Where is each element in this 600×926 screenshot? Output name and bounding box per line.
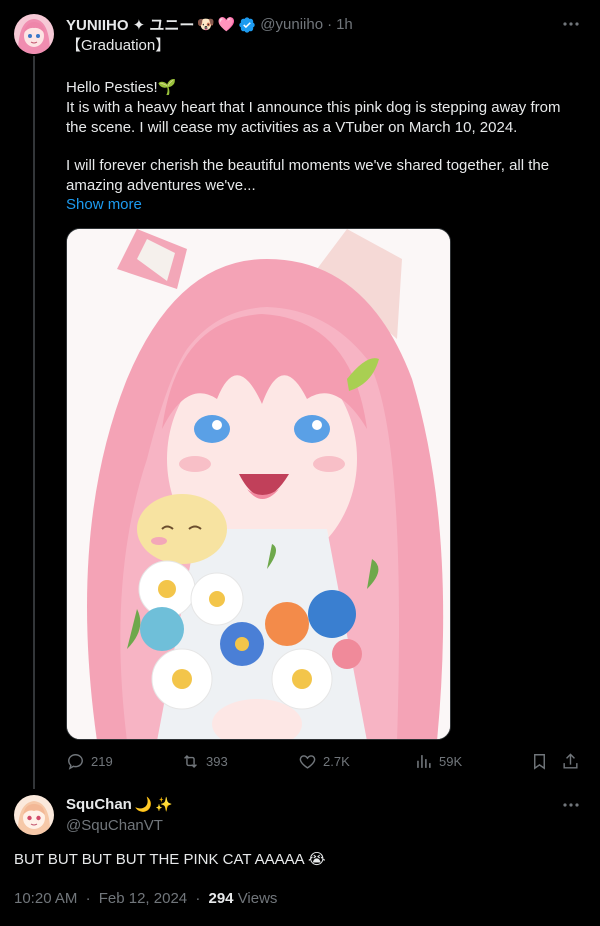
reply-author-row: SquChan 🌙 ✨	[66, 796, 173, 813]
heart-icon	[299, 755, 316, 769]
like-count: 2.7K	[323, 754, 350, 769]
reply-author-avatar[interactable]	[14, 795, 54, 835]
author-avatar[interactable]	[14, 14, 54, 54]
reply-handle-row: @SquChanVT	[66, 817, 163, 834]
reply-button[interactable]: 219	[66, 752, 113, 771]
tweet-paragraph-2: I will forever cherish the beautiful mom…	[66, 156, 586, 196]
show-more-link[interactable]: Show more	[66, 196, 142, 213]
reply-meta: 10:20 AM · Feb 12, 2024 · 294 Views	[14, 890, 277, 907]
reply-time[interactable]: 10:20 AM	[14, 890, 77, 907]
tweet-body-line: I will forever cherish the beautiful mom…	[66, 157, 550, 174]
tweet-timestamp[interactable]: 1h	[336, 16, 353, 33]
analytics-icon	[417, 755, 431, 768]
share-icon	[563, 753, 578, 769]
tweet-media-image[interactable]	[66, 228, 451, 740]
author-handle[interactable]: @yuniiho	[260, 16, 323, 33]
views-count: 59K	[439, 754, 463, 769]
tweet-body-line: amazing adventures we've...	[66, 177, 256, 194]
reply-more-options-icon[interactable]	[560, 796, 582, 814]
tweet-greeting: Hello Pesties!🌱	[66, 79, 177, 96]
repost-button[interactable]: 393	[181, 752, 228, 771]
reply-date[interactable]: Feb 12, 2024	[99, 890, 187, 907]
like-button[interactable]: 2.7K	[298, 752, 350, 771]
reply-body: BUT BUT BUT BUT THE PINK CAT AAAAA 😭	[14, 851, 326, 868]
verified-badge-icon	[238, 16, 256, 34]
thread-line	[33, 56, 35, 789]
tweet-body-line: It is with a heavy heart that I announce…	[66, 99, 561, 116]
reply-author-handle[interactable]: @SquChanVT	[66, 817, 163, 834]
share-button[interactable]	[561, 752, 580, 771]
tweet-body-line: the scene. I will cease my activities as…	[66, 119, 518, 136]
reply-views-label: Views	[237, 890, 278, 907]
author-display-name[interactable]: YUNIIHO ✦ ユニー	[66, 14, 194, 35]
repost-count: 393	[206, 754, 228, 769]
bookmark-button[interactable]	[530, 752, 549, 771]
reply-count: 219	[91, 754, 113, 769]
more-options-icon[interactable]	[560, 15, 582, 33]
repost-icon	[184, 754, 197, 769]
reply-views-count: 294	[208, 890, 234, 907]
separator-dot: ·	[85, 890, 91, 907]
views-button[interactable]: 59K	[414, 752, 462, 771]
tweet-paragraph-1: Hello Pesties!🌱 It is with a heavy heart…	[66, 78, 586, 138]
author-row: YUNIIHO ✦ ユニー 🐶 🩷 @yuniiho · 1h	[66, 14, 353, 35]
dog-emoji-icon: 🐶	[197, 16, 215, 32]
bookmark-icon	[534, 754, 545, 770]
tweet-body: 【Graduation】	[66, 36, 586, 56]
tweet-tag-line: 【Graduation】	[66, 37, 171, 54]
pink-heart-emoji-icon: 🩷	[217, 16, 236, 32]
sparkles-emoji-icon: ✨	[155, 796, 173, 812]
crescent-moon-emoji-icon: 🌙	[134, 796, 153, 812]
reply-author-display-name[interactable]: SquChan	[66, 796, 132, 813]
separator-dot: ·	[327, 16, 333, 33]
reply-icon	[68, 754, 83, 770]
separator-dot: ·	[195, 890, 201, 907]
